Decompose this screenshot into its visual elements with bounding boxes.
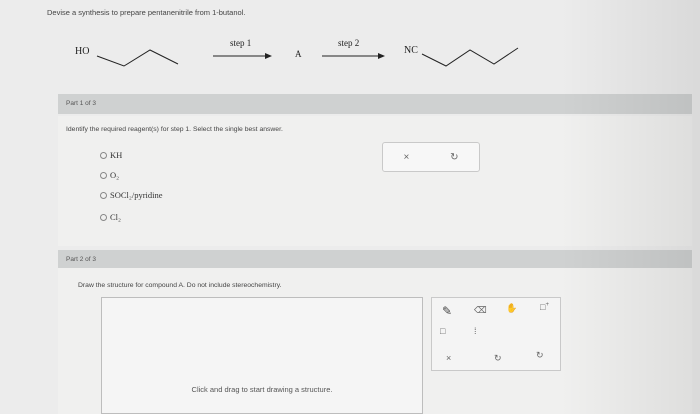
part2-header-label: Part 2 of 3: [66, 256, 96, 263]
part2-instruction: Draw the structure for compound A. Do no…: [78, 282, 282, 289]
reactant-label: HO: [75, 46, 90, 57]
compound-a-label: A: [295, 49, 302, 59]
undo-answer-button[interactable]: ↻: [450, 152, 458, 163]
clear-drawing-button[interactable]: ×: [446, 353, 451, 363]
clear-answer-button[interactable]: ×: [403, 152, 409, 163]
butanol-chain: [96, 49, 179, 67]
pencil-icon[interactable]: ✎: [442, 304, 452, 318]
option-kh[interactable]: KH: [100, 150, 122, 160]
radio-button[interactable]: [100, 191, 107, 199]
charge-icon[interactable]: ⁞: [474, 326, 477, 336]
option-label: Cl₂: [110, 212, 121, 222]
radio-button[interactable]: [100, 171, 107, 179]
drawing-canvas[interactable]: Click and drag to start drawing a struct…: [101, 297, 423, 414]
option-label: SOCl₂/pyridine: [110, 190, 163, 200]
option-o2[interactable]: O₂: [100, 170, 119, 180]
step2-label: step 2: [338, 38, 360, 48]
option-socl2-pyridine[interactable]: SOCl₂/pyridine: [100, 190, 163, 200]
part2-header: Part 2 of 3: [58, 250, 692, 270]
eraser-icon[interactable]: ⌫: [474, 305, 487, 316]
undo-drawing-button[interactable]: ↻: [494, 353, 502, 364]
radio-button[interactable]: [100, 213, 107, 221]
redo-drawing-button[interactable]: ↻: [536, 350, 544, 361]
plus-superscript: +: [545, 302, 549, 308]
reaction-scheme: HO step 1 A step 2 NC: [60, 30, 540, 80]
hand-icon[interactable]: ✋: [506, 303, 517, 314]
product-label: NC: [404, 45, 418, 56]
canvas-hint: Click and drag to start drawing a struct…: [191, 385, 333, 394]
option-label: O₂: [110, 170, 120, 180]
radio-button[interactable]: [100, 151, 107, 159]
step1-label: step 1: [230, 38, 252, 48]
step1-arrow: [213, 53, 272, 59]
step2-arrow: [322, 53, 385, 59]
question-text: Devise a synthesis to prepare pentanenit…: [47, 8, 246, 17]
part1-header: Part 1 of 3: [58, 94, 692, 114]
part1-panel: [58, 116, 692, 246]
nitrile-chain: [421, 47, 519, 67]
part1-instruction: Identify the required reagent(s) for ste…: [66, 126, 283, 133]
option-cl2[interactable]: Cl₂: [100, 212, 121, 222]
part1-header-label: Part 1 of 3: [66, 100, 96, 107]
add-bond-icon[interactable]: □+: [540, 302, 549, 312]
template-icon[interactable]: □: [440, 326, 445, 336]
option-label: KH: [110, 150, 123, 160]
answer-controls: × ↻: [382, 142, 480, 172]
